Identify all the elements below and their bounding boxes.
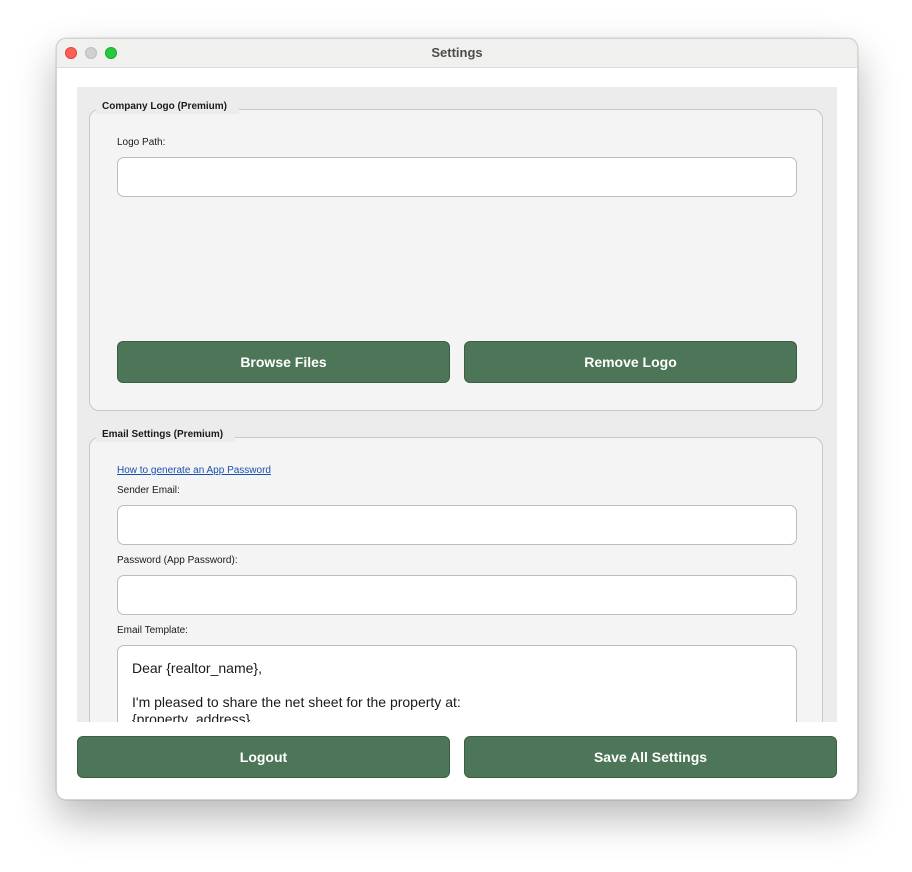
browse-files-button[interactable]: Browse Files [117,341,450,383]
company-logo-legend: Company Logo (Premium) [96,100,240,114]
save-all-settings-button[interactable]: Save All Settings [464,736,837,778]
settings-window: Settings Company Logo (Premium) Logo Pat… [56,38,858,800]
template-line: Dear {realtor_name}, [132,660,262,676]
remove-logo-button[interactable]: Remove Logo [464,341,797,383]
email-settings-group: Email Settings (Premium) How to generate… [89,428,823,722]
email-template-textarea[interactable]: Dear {realtor_name}, I'm pleased to shar… [117,645,797,722]
app-password-input[interactable] [117,575,797,615]
email-template-label: Email Template: [117,625,188,636]
logout-label: Logout [239,749,288,765]
password-label: Password (App Password): [117,555,238,566]
sender-email-label: Sender Email: [117,485,180,496]
logo-path-label: Logo Path: [117,137,166,148]
settings-scroll-area[interactable]: Company Logo (Premium) Logo Path: Browse… [77,87,837,722]
title-bar[interactable]: Settings [57,39,857,68]
footer-bar: Logout Save All Settings [57,722,857,799]
save-all-settings-label: Save All Settings [593,749,708,765]
template-line: I'm pleased to share the net sheet for t… [132,694,461,710]
template-line: {property_address} [132,711,251,722]
sender-email-input[interactable] [117,505,797,545]
app-password-help-link[interactable]: How to generate an App Password [117,465,271,476]
browse-files-label: Browse Files [240,354,327,370]
company-logo-group: Company Logo (Premium) Logo Path: Browse… [89,100,823,411]
email-settings-legend: Email Settings (Premium) [96,428,236,442]
window-title: Settings [431,45,483,60]
remove-logo-label: Remove Logo [584,354,677,370]
logout-button[interactable]: Logout [77,736,450,778]
logo-path-input[interactable] [117,157,797,197]
template-line [132,677,782,694]
